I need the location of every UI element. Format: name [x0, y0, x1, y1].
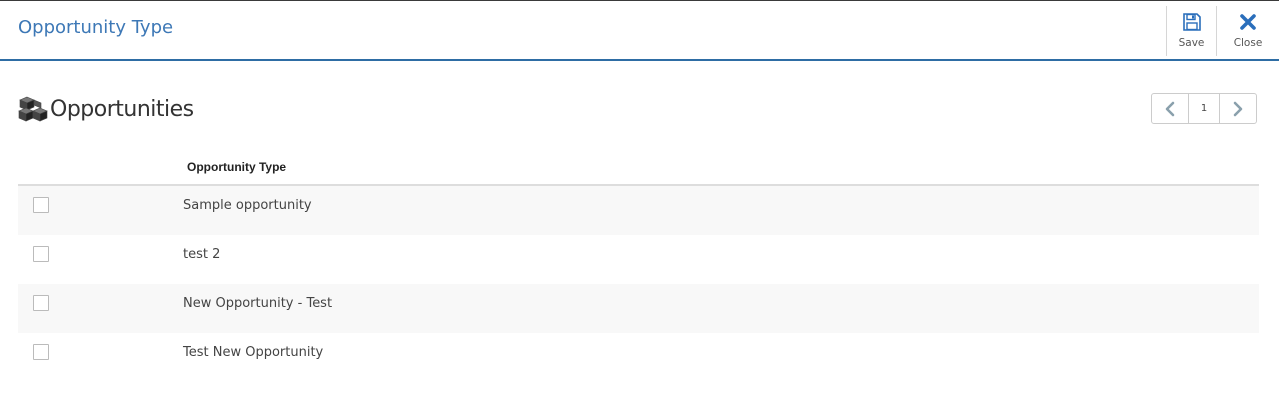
- page-header: Opportunity Type Save Close: [0, 1, 1279, 61]
- opportunity-type-cell: test 2: [183, 247, 221, 262]
- header-actions: Save Close: [1166, 6, 1279, 56]
- current-page[interactable]: 1: [1188, 94, 1220, 123]
- close-button[interactable]: Close: [1216, 6, 1279, 56]
- page-title: Opportunity Type: [18, 17, 174, 38]
- close-label: Close: [1233, 37, 1263, 49]
- opportunities-table: Opportunity Type Sample opportunity test…: [18, 152, 1259, 382]
- opportunity-type-cell: New Opportunity - Test: [183, 296, 333, 311]
- chevron-left-icon: [1165, 101, 1175, 116]
- row-checkbox[interactable]: [33, 246, 49, 262]
- floppy-disk-icon: [1182, 13, 1201, 31]
- table-row[interactable]: Test New Opportunity: [18, 333, 1259, 382]
- next-page-button[interactable]: [1220, 94, 1256, 123]
- opportunity-type-cell: Test New Opportunity: [183, 345, 324, 360]
- chevron-right-icon: [1233, 101, 1243, 116]
- pagination: 1: [1151, 93, 1257, 124]
- table-header: Opportunity Type: [18, 152, 1259, 186]
- save-label: Save: [1178, 37, 1205, 49]
- save-button[interactable]: Save: [1166, 6, 1216, 56]
- table-row[interactable]: test 2: [18, 235, 1259, 284]
- opportunity-type-cell: Sample opportunity: [183, 198, 312, 213]
- table-row[interactable]: New Opportunity - Test: [18, 284, 1259, 333]
- previous-page-button[interactable]: [1152, 94, 1188, 123]
- row-checkbox[interactable]: [33, 344, 49, 360]
- section-title: Opportunities: [50, 96, 194, 122]
- row-checkbox[interactable]: [33, 197, 49, 213]
- section-heading: Opportunities: [18, 94, 194, 124]
- column-header-opportunity-type[interactable]: Opportunity Type: [187, 160, 286, 174]
- table-row[interactable]: Sample opportunity: [18, 186, 1259, 235]
- cubes-icon: [18, 96, 48, 122]
- close-icon: [1240, 14, 1256, 30]
- row-checkbox[interactable]: [33, 295, 49, 311]
